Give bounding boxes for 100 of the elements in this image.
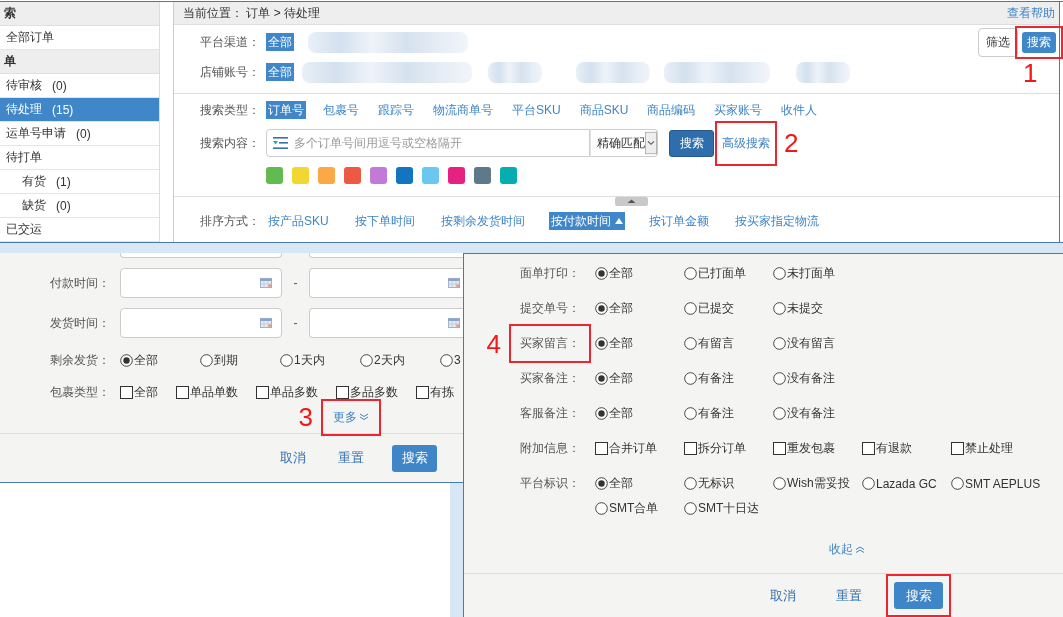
radio-option[interactable]: 已提交 [684, 296, 773, 321]
search-type-option[interactable]: 收件人 [779, 101, 820, 119]
radio-option[interactable]: 全部 [120, 347, 200, 373]
color-swatch[interactable] [396, 167, 413, 184]
date-field[interactable] [309, 268, 463, 298]
checkbox-option[interactable]: 有退款 [862, 436, 951, 461]
range-separator: - [292, 276, 299, 290]
footer-link[interactable]: 重置 [334, 444, 368, 472]
radio-option[interactable]: SMT十日达 [684, 496, 773, 521]
radio-option[interactable]: 1天内 [280, 347, 360, 373]
color-swatch[interactable] [266, 167, 283, 184]
footer-link[interactable]: 取消 [762, 582, 804, 609]
color-swatch[interactable] [318, 167, 335, 184]
radio-option[interactable]: 已打面单 [684, 261, 773, 286]
radio-option[interactable]: 全部 [595, 261, 684, 286]
field-label: 客服备注： [520, 405, 580, 422]
filter-option[interactable]: 全部 [266, 33, 294, 51]
search-type-option[interactable]: 商品SKU [577, 101, 631, 119]
radio-option[interactable]: 没有备注 [773, 366, 862, 391]
field-label: 买家备注： [520, 370, 580, 387]
field-label: 平台渠道： [200, 33, 261, 51]
checkbox-option[interactable]: 全部 [120, 379, 158, 405]
search-button[interactable]: 搜索 [392, 444, 437, 472]
date-field[interactable] [309, 253, 463, 258]
radio-option[interactable]: 到期 [200, 347, 280, 373]
field-label: 搜索内容： [200, 134, 261, 152]
advanced-search-link[interactable]: 高级搜索 [722, 134, 770, 152]
sort-option[interactable]: 按剩余发货时间 [438, 212, 527, 230]
radio-option[interactable]: 2天内 [360, 347, 440, 373]
field-label: 面单打印： [520, 265, 580, 282]
search-type-option[interactable]: 跟踪号 [376, 101, 416, 119]
color-swatch[interactable] [292, 167, 309, 184]
search-type-option[interactable]: 商品编码 [645, 101, 698, 119]
radio-option[interactable]: 3 [440, 347, 461, 373]
search-button[interactable]: 搜索 [1022, 32, 1056, 53]
radio-option[interactable]: 有备注 [684, 401, 773, 426]
footer-link[interactable]: 重置 [828, 582, 870, 609]
range-separator: - [292, 316, 299, 330]
color-swatch[interactable] [474, 167, 491, 184]
date-field[interactable] [309, 308, 463, 338]
radio-option[interactable]: 未提交 [773, 296, 862, 321]
search-type-option[interactable]: 物流商单号 [431, 101, 495, 119]
radio-option[interactable]: SMT AEPLUS [951, 471, 1041, 496]
search-button[interactable]: 搜索 [669, 129, 714, 157]
radio-option[interactable]: 全部 [595, 331, 684, 356]
sidebar-header: 索 [0, 2, 159, 26]
radio-option[interactable]: 全部 [595, 471, 684, 496]
radio-option[interactable]: 没有留言 [773, 331, 862, 356]
toggle-link[interactable]: 收起 [829, 541, 865, 558]
field-label: 排序方式： [200, 212, 261, 230]
color-swatch[interactable] [448, 167, 465, 184]
search-button[interactable]: 搜索 [894, 582, 943, 609]
radio-option[interactable]: SMT合单 [595, 496, 684, 521]
search-type-option[interactable]: 订单号 [266, 101, 306, 119]
checkbox-option[interactable]: 有拣 [416, 379, 454, 405]
radio-option[interactable]: 全部 [595, 296, 684, 321]
sort-option[interactable]: 按产品SKU [266, 212, 331, 230]
field-label: 付款时间： [50, 274, 110, 292]
search-field[interactable]: 多个订单号间用逗号或空格隔开 [266, 129, 590, 157]
date-field[interactable] [120, 308, 282, 338]
search-type-option[interactable]: 买家账号 [712, 101, 765, 119]
checkbox-option[interactable]: 拆分订单 [684, 436, 773, 461]
checkbox-option[interactable]: 单品多数 [256, 379, 318, 405]
search-type-option[interactable]: 平台SKU [510, 101, 563, 119]
radio-option[interactable]: 有备注 [684, 366, 773, 391]
radio-option[interactable]: 全部 [595, 366, 684, 391]
filter-option[interactable]: 全部 [266, 63, 294, 81]
sort-option[interactable]: 按订单金额 [646, 212, 711, 230]
match-select[interactable]: 精确匹配 [590, 129, 658, 157]
toggle-link[interactable]: 更多 [333, 408, 369, 426]
date-field[interactable] [120, 268, 282, 298]
checkbox-option[interactable]: 单品单数 [176, 379, 238, 405]
color-swatch[interactable] [500, 167, 517, 184]
date-field[interactable] [120, 253, 282, 258]
search-type-option[interactable]: 包裹号 [321, 101, 361, 119]
sort-option[interactable]: 按付款时间 [548, 212, 625, 230]
color-swatch[interactable] [344, 167, 361, 184]
radio-option[interactable]: 未打面单 [773, 261, 862, 286]
radio-option[interactable]: 有留言 [684, 331, 773, 356]
radio-option[interactable]: Wish需妥投 [773, 471, 862, 496]
sort-option[interactable]: 按下单时间 [352, 212, 417, 230]
sidebar-item[interactable]: 待处理 (15) [0, 98, 159, 122]
filter-button[interactable]: 筛选 [978, 28, 1018, 57]
footer-link[interactable]: 取消 [276, 444, 310, 472]
field-label: 附加信息： [520, 440, 580, 457]
checkbox-option[interactable]: 重发包裹 [773, 436, 862, 461]
collapse-handle[interactable] [615, 197, 648, 206]
help-link[interactable]: 查看帮助 [1007, 4, 1055, 22]
radio-option[interactable]: Lazada GC [862, 471, 951, 496]
sort-option[interactable]: 按买家指定物流 [732, 212, 821, 230]
field-label: 发货时间： [50, 314, 110, 332]
checkbox-option[interactable]: 合并订单 [595, 436, 684, 461]
radio-option[interactable]: 全部 [595, 401, 684, 426]
callout-number: 2 [784, 130, 799, 156]
color-swatch[interactable] [370, 167, 387, 184]
radio-option[interactable]: 没有备注 [773, 401, 862, 426]
checkbox-option[interactable]: 多品多数 [336, 379, 398, 405]
radio-option[interactable]: 无标识 [684, 471, 773, 496]
checkbox-option[interactable]: 禁止处理 [951, 436, 1040, 461]
color-swatch[interactable] [422, 167, 439, 184]
